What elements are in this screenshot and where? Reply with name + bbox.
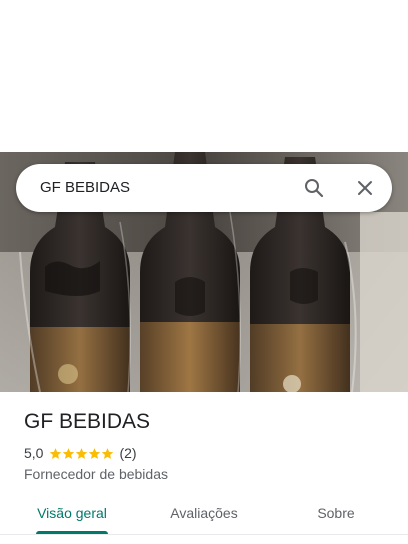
star-icon — [101, 447, 114, 460]
tabs-divider — [0, 534, 408, 535]
tab-reviews[interactable]: Avaliações — [152, 494, 256, 534]
tab-overview[interactable]: Visão geral — [24, 494, 120, 534]
search-query-text[interactable]: GF BEBIDAS — [40, 164, 130, 212]
search-icon[interactable] — [302, 176, 326, 200]
star-icon — [75, 447, 88, 460]
place-tabs: Visão geral Avaliações Sobre — [0, 494, 408, 536]
close-icon[interactable] — [353, 176, 377, 200]
star-icon — [49, 447, 62, 460]
place-name: GF BEBIDAS — [24, 410, 151, 433]
rating-row[interactable]: 5,0 (2) — [24, 443, 137, 463]
rating-value: 5,0 — [24, 445, 44, 461]
search-box[interactable]: GF BEBIDAS — [16, 164, 392, 212]
blank-header-area — [0, 0, 408, 152]
star-rating — [49, 447, 114, 460]
place-category: Fornecedor de bebidas — [24, 466, 168, 482]
review-count[interactable]: (2) — [119, 445, 136, 461]
star-icon — [88, 447, 101, 460]
star-icon — [62, 447, 75, 460]
tab-about[interactable]: Sobre — [296, 494, 376, 534]
